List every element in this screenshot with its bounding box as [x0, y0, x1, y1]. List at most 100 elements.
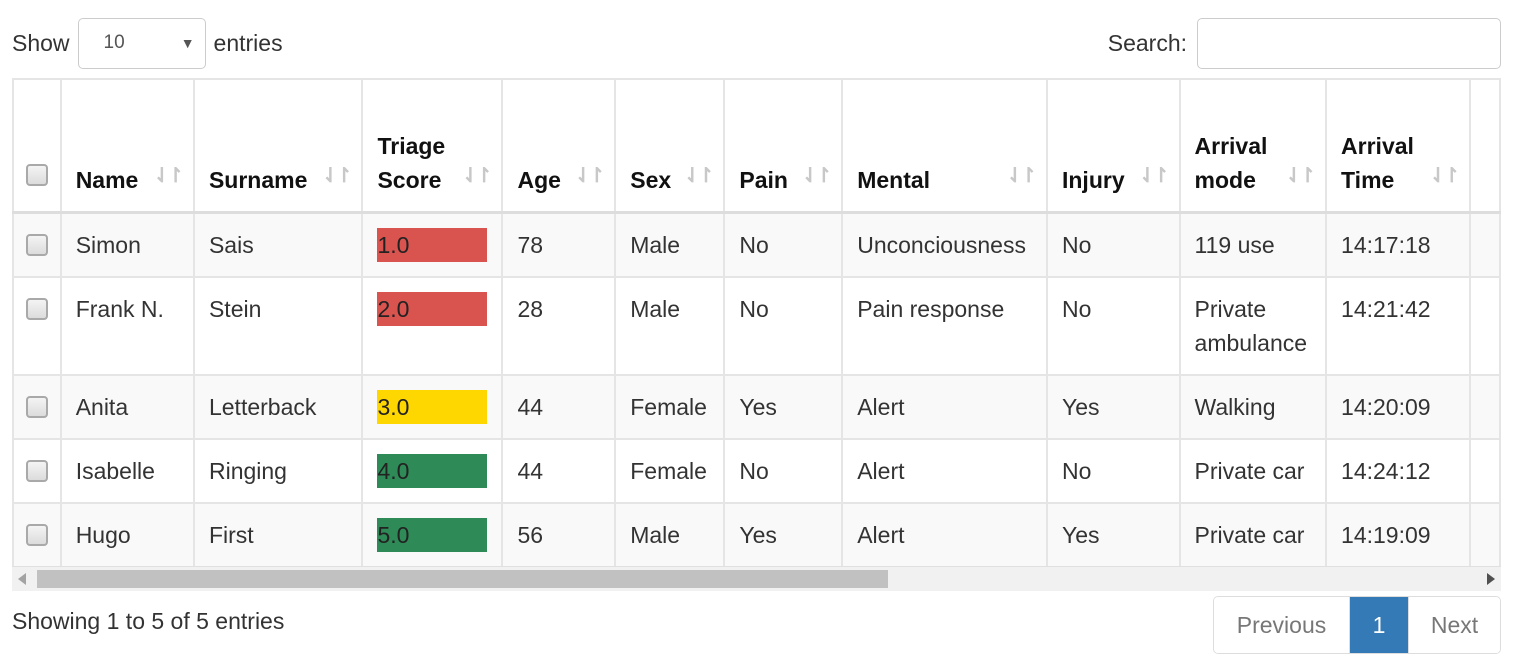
row-select-checkbox[interactable]: [26, 233, 48, 256]
table-info: Showing 1 to 5 of 5 entries: [12, 608, 285, 634]
scrollbar-track[interactable]: [37, 570, 1479, 588]
caret-down-icon: ▼: [180, 35, 195, 51]
show-label: Show: [12, 29, 70, 56]
column-header-triage-score[interactable]: Triage Score ⇃↾: [361, 78, 504, 214]
cell-age-text: 56: [517, 521, 544, 548]
cell-arrival-time: 14:20:09: [1325, 373, 1472, 440]
column-header-arrival-time[interactable]: Arrival Time ⇃↾: [1325, 78, 1472, 214]
scroll-right-arrow-icon[interactable]: [1487, 573, 1495, 585]
entries-per-page-select[interactable]: 10 ▼: [77, 17, 206, 69]
cell-surname: Letterback: [192, 373, 364, 440]
previous-page-button[interactable]: Previous: [1214, 597, 1350, 653]
table-row[interactable]: Isabelle Ringing 4.0 44 Female No Alert No Priva…: [12, 437, 1501, 504]
cell-arrival-time-text: 14:19:09: [1341, 521, 1431, 548]
row-select-checkbox[interactable]: [26, 395, 48, 418]
cell-sex-text: Female: [630, 457, 707, 484]
column-header-name[interactable]: Name ⇃↾: [59, 78, 195, 214]
cell-mental-text: Pain response: [857, 295, 1005, 322]
column-header-surname[interactable]: Surname ⇃↾: [192, 78, 364, 214]
column-header-clipped[interactable]: [1469, 78, 1501, 214]
triage-score-badge: 2.0: [377, 291, 488, 326]
cell-sex: Male: [614, 211, 726, 278]
sort-both-icon[interactable]: ⇃↾: [802, 159, 832, 193]
cell-name: Frank N.: [59, 275, 195, 376]
sort-both-icon[interactable]: ⇃↾: [1430, 159, 1460, 193]
row-select-checkbox[interactable]: [26, 523, 48, 546]
cell-arrival-time-text: 14:24:12: [1341, 457, 1431, 484]
column-header-mental[interactable]: Mental ⇃↾: [841, 78, 1048, 214]
cell-name-text: Anita: [75, 393, 129, 420]
table-row[interactable]: Anita Letterback 3.0 44 Female Yes Alert Yes Wal…: [12, 373, 1501, 440]
pagination: Previous 1 Next: [1213, 596, 1501, 654]
column-header-sex[interactable]: Sex ⇃↾: [614, 78, 726, 214]
select-all-checkbox[interactable]: [26, 163, 48, 186]
search-input[interactable]: [1197, 17, 1501, 69]
cell-pain: No: [723, 437, 844, 504]
column-header-label: Injury: [1061, 166, 1125, 193]
patients-table: Name ⇃↾ Surname ⇃↾ Triage Score ⇃↾ Age ⇃…: [12, 78, 1501, 568]
cell-mental-text: Unconciousness: [857, 231, 1026, 258]
cell-injury: No: [1045, 211, 1181, 278]
cell-name-text: Simon: [75, 231, 141, 258]
horizontal-scrollbar[interactable]: [12, 566, 1501, 591]
cell-select: [12, 373, 62, 440]
cell-name-text: Hugo: [75, 521, 131, 548]
cell-arrival-time: 14:21:42: [1325, 275, 1472, 376]
sort-both-icon[interactable]: ⇃↾: [1006, 159, 1036, 193]
column-header-pain[interactable]: Pain ⇃↾: [723, 78, 844, 214]
scroll-left-arrow-icon[interactable]: [18, 573, 26, 585]
cell-arrival-time: 14:24:12: [1325, 437, 1472, 504]
cell-mental: Unconciousness: [841, 211, 1048, 278]
search-label: Search:: [1107, 29, 1187, 56]
cell-triage-score: 1.0: [361, 211, 504, 278]
table-row[interactable]: Simon Sais 1.0 78 Male No Unconciousness No 119 …: [12, 211, 1501, 278]
cell-name-text: Isabelle: [75, 457, 155, 484]
sort-both-icon[interactable]: ⇃↾: [575, 159, 605, 193]
cell-pain: No: [723, 275, 844, 376]
table-row[interactable]: Frank N. Stein 2.0 28 Male No Pain response No P…: [12, 275, 1501, 376]
cell-surname: Stein: [192, 275, 364, 376]
entries-length-control: Show 10 ▼ entries: [12, 17, 283, 69]
cell-arrival-time: 14:19:09: [1325, 501, 1472, 568]
cell-age-text: 28: [517, 295, 544, 322]
sort-both-icon[interactable]: ⇃↾: [322, 159, 352, 193]
cell-name: Isabelle: [59, 437, 195, 504]
table-row[interactable]: Hugo First 5.0 56 Male Yes Alert Yes Private car…: [12, 501, 1501, 568]
cell-age: 78: [501, 211, 617, 278]
cell-sex: Male: [614, 501, 726, 568]
cell-arrival-mode: Private car: [1178, 501, 1328, 568]
cell-clipped: [1469, 501, 1501, 568]
sort-both-icon[interactable]: ⇃↾: [1286, 159, 1316, 193]
next-page-button[interactable]: Next: [1408, 597, 1500, 653]
column-header-label: Name: [75, 166, 139, 193]
cell-arrival-mode: Walking: [1178, 373, 1328, 440]
cell-sex: Male: [614, 275, 726, 376]
cell-injury-text: No: [1061, 457, 1092, 484]
cell-arrival-mode-text: Private ambulance: [1194, 295, 1308, 356]
cell-age-text: 44: [517, 457, 544, 484]
sort-both-icon[interactable]: ⇃↾: [684, 159, 714, 193]
cell-select: [12, 437, 62, 504]
sort-both-icon[interactable]: ⇃↾: [153, 159, 183, 193]
cell-arrival-time-text: 14:17:18: [1341, 231, 1431, 258]
scrollbar-thumb[interactable]: [37, 570, 888, 588]
cell-injury: No: [1045, 275, 1181, 376]
column-header-arrival-mode[interactable]: Arrival mode ⇃↾: [1178, 78, 1328, 214]
column-header-injury[interactable]: Injury ⇃↾: [1045, 78, 1181, 214]
column-header-label: Surname: [208, 166, 308, 193]
column-header-age[interactable]: Age ⇃↾: [501, 78, 617, 214]
cell-arrival-mode-text: 119 use: [1194, 231, 1275, 258]
column-header-label: Arrival mode: [1194, 132, 1268, 193]
cell-clipped: [1469, 211, 1501, 278]
cell-age: 56: [501, 501, 617, 568]
cell-mental-text: Alert: [857, 457, 905, 484]
row-select-checkbox[interactable]: [26, 297, 48, 320]
page-1-button[interactable]: 1: [1350, 597, 1408, 653]
cell-age-text: 78: [517, 231, 544, 258]
sort-both-icon[interactable]: ⇃↾: [462, 159, 492, 193]
triage-score-badge: 4.0: [377, 453, 488, 488]
row-select-checkbox[interactable]: [26, 459, 48, 482]
sort-both-icon[interactable]: ⇃↾: [1139, 159, 1169, 193]
table-body: Simon Sais 1.0 78 Male No Unconciousness No 119 …: [12, 211, 1501, 568]
cell-sex: Female: [614, 437, 726, 504]
